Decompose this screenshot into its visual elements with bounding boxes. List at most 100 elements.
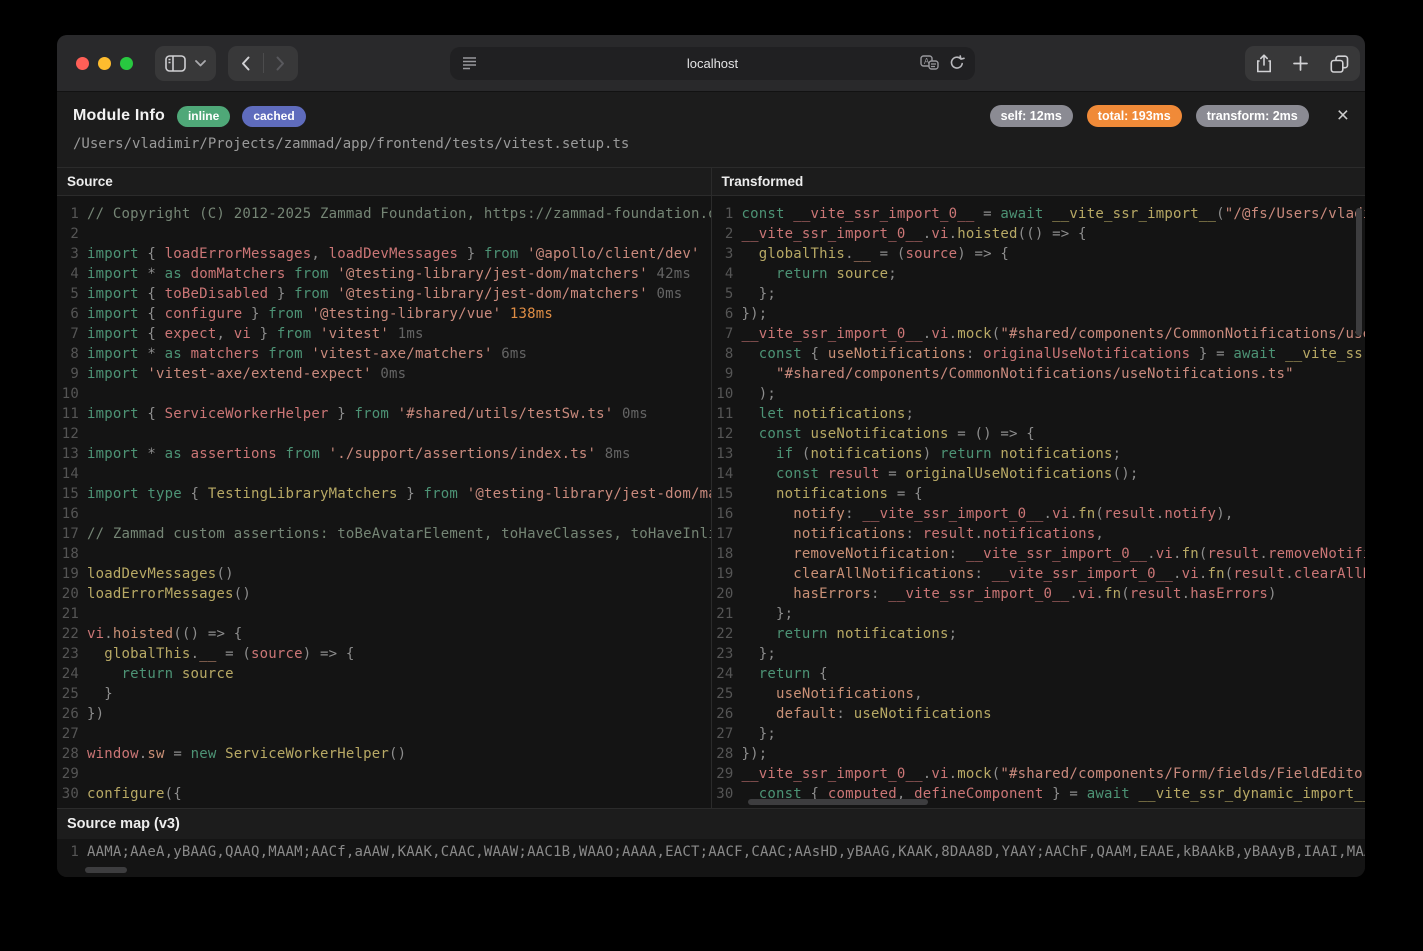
line-number: 8	[57, 344, 87, 364]
window-close-button[interactable]	[76, 57, 89, 70]
window-minimize-button[interactable]	[98, 57, 111, 70]
code-text: const { useNotifications: originalUseNot…	[742, 344, 1366, 364]
code-text: const __vite_ssr_import_0__ = await __vi…	[742, 204, 1366, 224]
code-text: hasErrors: __vite_ssr_import_0__.vi.fn(r…	[742, 584, 1277, 604]
traffic-lights	[76, 57, 133, 70]
line-number: 20	[712, 584, 742, 604]
line-number: 24	[712, 664, 742, 684]
code-line: 6import { configure } from '@testing-lib…	[57, 304, 711, 324]
code-line: 3 globalThis.__ = (source) => {	[712, 244, 1366, 264]
code-text: );	[742, 384, 777, 404]
line-number: 13	[57, 444, 87, 464]
close-icon[interactable]: ×	[1337, 106, 1349, 126]
line-number: 16	[57, 504, 87, 524]
code-line: 21	[57, 604, 711, 624]
code-line: 20loadErrorMessages()	[57, 584, 711, 604]
back-button[interactable]	[228, 46, 263, 81]
line-number: 23	[712, 644, 742, 664]
line-number: 29	[712, 764, 742, 784]
back-icon	[241, 56, 250, 71]
line-number: 5	[57, 284, 87, 304]
translate-icon[interactable]: A	[920, 55, 939, 71]
forward-button[interactable]	[263, 46, 298, 81]
code-text: __vite_ssr_import_0__.vi.hoisted(() => {	[742, 224, 1087, 244]
code-text: useNotifications,	[742, 684, 923, 704]
source-code-view[interactable]: 1// Copyright (C) 2012-2025 Zammad Found…	[57, 197, 711, 808]
code-line: 23 };	[712, 644, 1366, 664]
code-line: 28});	[712, 744, 1366, 764]
code-text: removeNotification: __vite_ssr_import_0_…	[742, 544, 1366, 564]
code-line: 21 };	[712, 604, 1366, 624]
horizontal-scrollbar[interactable]	[748, 799, 928, 805]
code-line: 27 };	[712, 724, 1366, 744]
code-text: })	[87, 704, 104, 724]
source-map-section: Source map (v3) 1 AAMA;AAeA,yBAAG,QAAQ,M…	[57, 808, 1365, 877]
line-number: 3	[712, 244, 742, 264]
new-tab-button[interactable]	[1293, 56, 1308, 71]
share-icon	[1256, 54, 1272, 73]
sidebar-toggle-button[interactable]	[155, 46, 216, 81]
cached-badge: cached	[242, 106, 305, 127]
source-map-scrollbar[interactable]	[85, 867, 127, 873]
nav-divider	[263, 53, 264, 73]
code-line: 16 notify: __vite_ssr_import_0__.vi.fn(r…	[712, 504, 1366, 524]
source-map-line: 1 AAMA;AAeA,yBAAG,QAAQ,MAAM;AACf,aAAW,KA…	[57, 842, 1365, 862]
code-line: 16	[57, 504, 711, 524]
code-text: loadDevMessages()	[87, 564, 234, 584]
code-text: window.sw = new ServiceWorkerHelper()	[87, 744, 406, 764]
code-text: __vite_ssr_import_0__.vi.mock("#shared/c…	[742, 764, 1366, 784]
line-number: 7	[712, 324, 742, 344]
code-line: 2	[57, 224, 711, 244]
url-field[interactable]: localhost A	[450, 47, 975, 80]
source-panel: Source 1// Copyright (C) 2012-2025 Zamma…	[57, 168, 711, 808]
code-text: import { ServiceWorkerHelper } from '#sh…	[87, 404, 648, 424]
code-text: default: useNotifications	[742, 704, 992, 724]
line-number: 2	[57, 224, 87, 244]
line-number: 29	[57, 764, 87, 784]
toolbar-right-group	[1245, 46, 1360, 81]
line-number: 15	[712, 484, 742, 504]
code-text: loadErrorMessages()	[87, 584, 251, 604]
code-text: return source	[87, 664, 234, 684]
code-text: import * as domMatchers from '@testing-l…	[87, 264, 691, 284]
browser-window: localhost A	[57, 35, 1365, 877]
line-number: 14	[712, 464, 742, 484]
window-zoom-button[interactable]	[120, 57, 133, 70]
line-number: 19	[712, 564, 742, 584]
line-number: 6	[57, 304, 87, 324]
line-number: 12	[57, 424, 87, 444]
self-time-badge: self: 12ms	[990, 105, 1073, 127]
line-number: 26	[57, 704, 87, 724]
code-line: 10 );	[712, 384, 1366, 404]
code-line: 22 return notifications;	[712, 624, 1366, 644]
transformed-code-view[interactable]: 1const __vite_ssr_import_0__ = await __v…	[712, 197, 1366, 808]
code-line: 18 removeNotification: __vite_ssr_import…	[712, 544, 1366, 564]
vertical-scrollbar[interactable]	[1356, 208, 1362, 336]
line-number: 21	[57, 604, 87, 624]
code-line: 22vi.hoisted(() => {	[57, 624, 711, 644]
browser-toolbar: localhost A	[57, 35, 1365, 92]
line-number: 20	[57, 584, 87, 604]
code-line: 12	[57, 424, 711, 444]
line-number: 26	[712, 704, 742, 724]
code-text: const useNotifications = () => {	[742, 424, 1035, 444]
code-text: import type { TestingLibraryMatchers } f…	[87, 484, 711, 504]
tab-overview-button[interactable]	[1330, 55, 1349, 73]
code-line: 15 notifications = {	[712, 484, 1366, 504]
code-text: globalThis.__ = (source) => {	[742, 244, 1010, 264]
code-line: 4 return source;	[712, 264, 1366, 284]
code-line: 19loadDevMessages()	[57, 564, 711, 584]
module-file-path: /Users/vladimir/Projects/zammad/app/fron…	[73, 136, 629, 152]
line-number: 30	[57, 784, 87, 804]
code-line: 8import * as matchers from 'vitest-axe/m…	[57, 344, 711, 364]
code-line: 14	[57, 464, 711, 484]
line-number: 17	[57, 524, 87, 544]
code-text: import { loadErrorMessages, loadDevMessa…	[87, 244, 700, 264]
reload-icon[interactable]	[949, 55, 965, 71]
share-button[interactable]	[1256, 54, 1272, 73]
code-line: 3import { loadErrorMessages, loadDevMess…	[57, 244, 711, 264]
line-number: 10	[57, 384, 87, 404]
code-text: // Copyright (C) 2012-2025 Zammad Founda…	[87, 204, 711, 224]
code-line: 27	[57, 724, 711, 744]
code-text: };	[742, 284, 777, 304]
